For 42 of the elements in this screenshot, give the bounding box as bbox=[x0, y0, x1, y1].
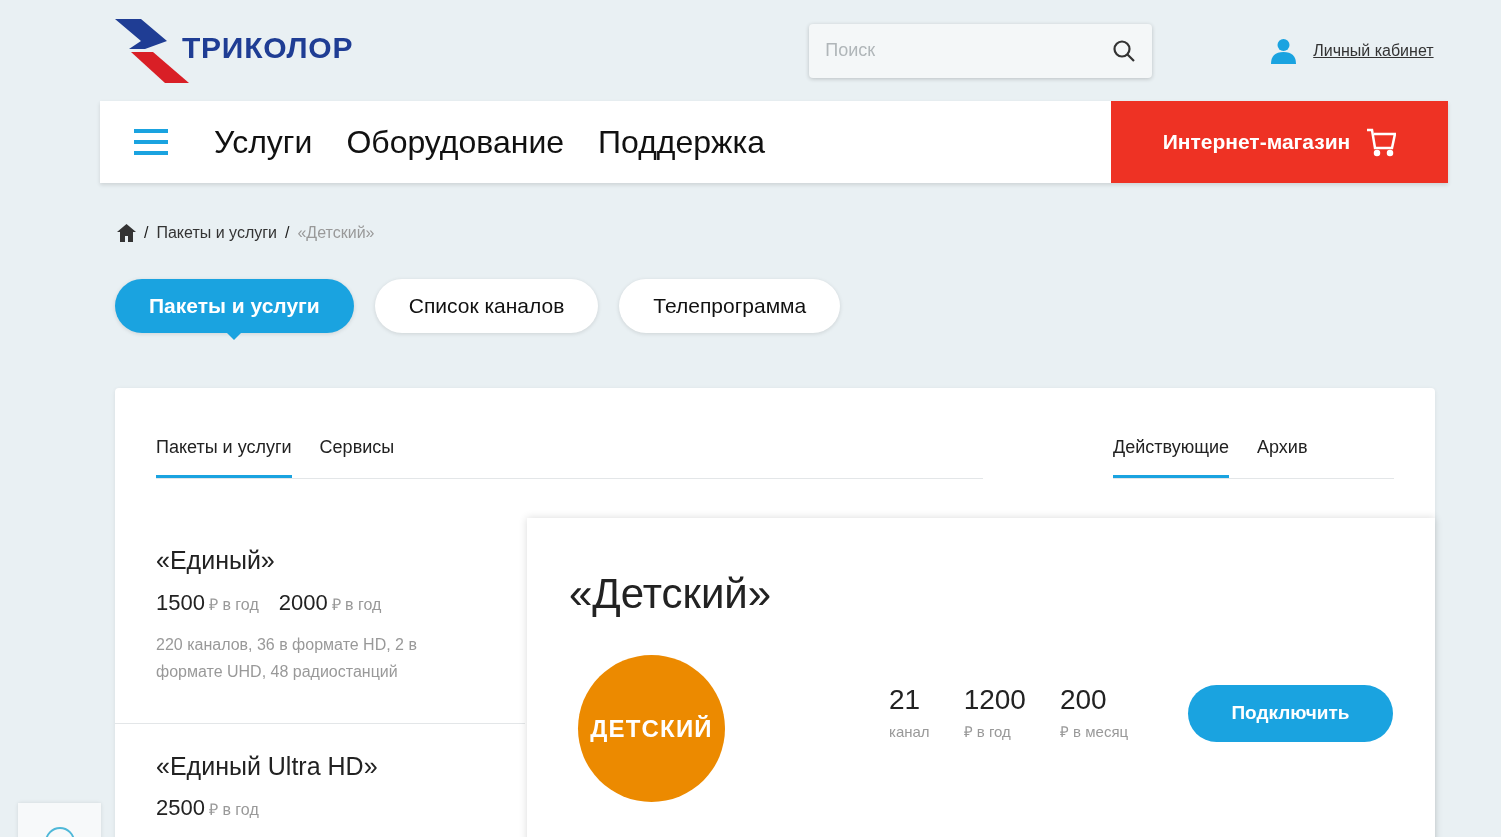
package-logo: ДЕТСКИЙ bbox=[578, 655, 725, 802]
price-amount: 2000 bbox=[278, 588, 328, 617]
user-icon bbox=[1270, 37, 1298, 64]
package-description: 220 каналов, 36 в формате HD, 2 в формате UHD, 48 радиостанций bbox=[156, 634, 418, 682]
package-detail-title: «Детский» bbox=[569, 569, 773, 619]
card-tab[interactable]: Пакеты и услуги bbox=[156, 434, 292, 478]
search-field[interactable]: Поиск bbox=[809, 23, 1153, 78]
chat-widget[interactable] bbox=[18, 803, 101, 837]
price-unit: ₽ в год bbox=[208, 594, 259, 615]
package-title[interactable]: «Единый Ultra HD» bbox=[156, 747, 484, 785]
nav-link[interactable]: Поддержка bbox=[598, 118, 765, 166]
search-input[interactable]: Поиск bbox=[825, 37, 1113, 64]
package-title[interactable]: «Единый» bbox=[156, 542, 484, 580]
logo-text: ТРИКОЛОР bbox=[182, 30, 354, 66]
price-unit: ₽ в год bbox=[331, 594, 382, 615]
card-tab[interactable]: Сервисы bbox=[319, 434, 395, 478]
nav-link[interactable]: Услуги bbox=[214, 118, 313, 166]
stat-value: 1200 bbox=[963, 683, 1026, 718]
account-link[interactable]: Личный кабинет bbox=[1313, 38, 1434, 63]
cart-icon bbox=[1366, 127, 1397, 157]
stat-label: канал bbox=[889, 722, 930, 743]
home-icon[interactable] bbox=[117, 224, 136, 242]
section-tab[interactable]: Телепрограмма bbox=[619, 279, 841, 333]
stat-value: 200 bbox=[1059, 683, 1108, 718]
tab-pointer bbox=[227, 333, 242, 340]
price-amount: 1500 bbox=[156, 588, 205, 617]
breadcrumb-link[interactable]: Пакеты и услуги bbox=[156, 221, 277, 245]
menu-icon[interactable] bbox=[134, 129, 168, 155]
breadcrumb-separator: / bbox=[285, 223, 290, 243]
price-amount: 2500 bbox=[156, 794, 205, 822]
nav-link[interactable]: Оборудование bbox=[346, 118, 565, 166]
breadcrumb-current: «Детский» bbox=[297, 223, 375, 243]
price-unit: ₽ в год bbox=[208, 800, 259, 820]
filter-tab[interactable]: Действующие bbox=[1113, 434, 1230, 478]
stat-label: ₽ в месяц bbox=[1059, 722, 1129, 743]
filter-tab[interactable]: Архив bbox=[1257, 434, 1308, 478]
search-icon bbox=[1112, 38, 1137, 63]
section-tab[interactable]: Список каналов bbox=[374, 279, 599, 333]
breadcrumb-separator: / bbox=[144, 223, 149, 243]
stat-value: 21 bbox=[889, 683, 922, 718]
shop-button[interactable]: Интернет-магазин bbox=[1111, 101, 1448, 183]
stat-label: ₽ в год bbox=[963, 722, 1012, 743]
